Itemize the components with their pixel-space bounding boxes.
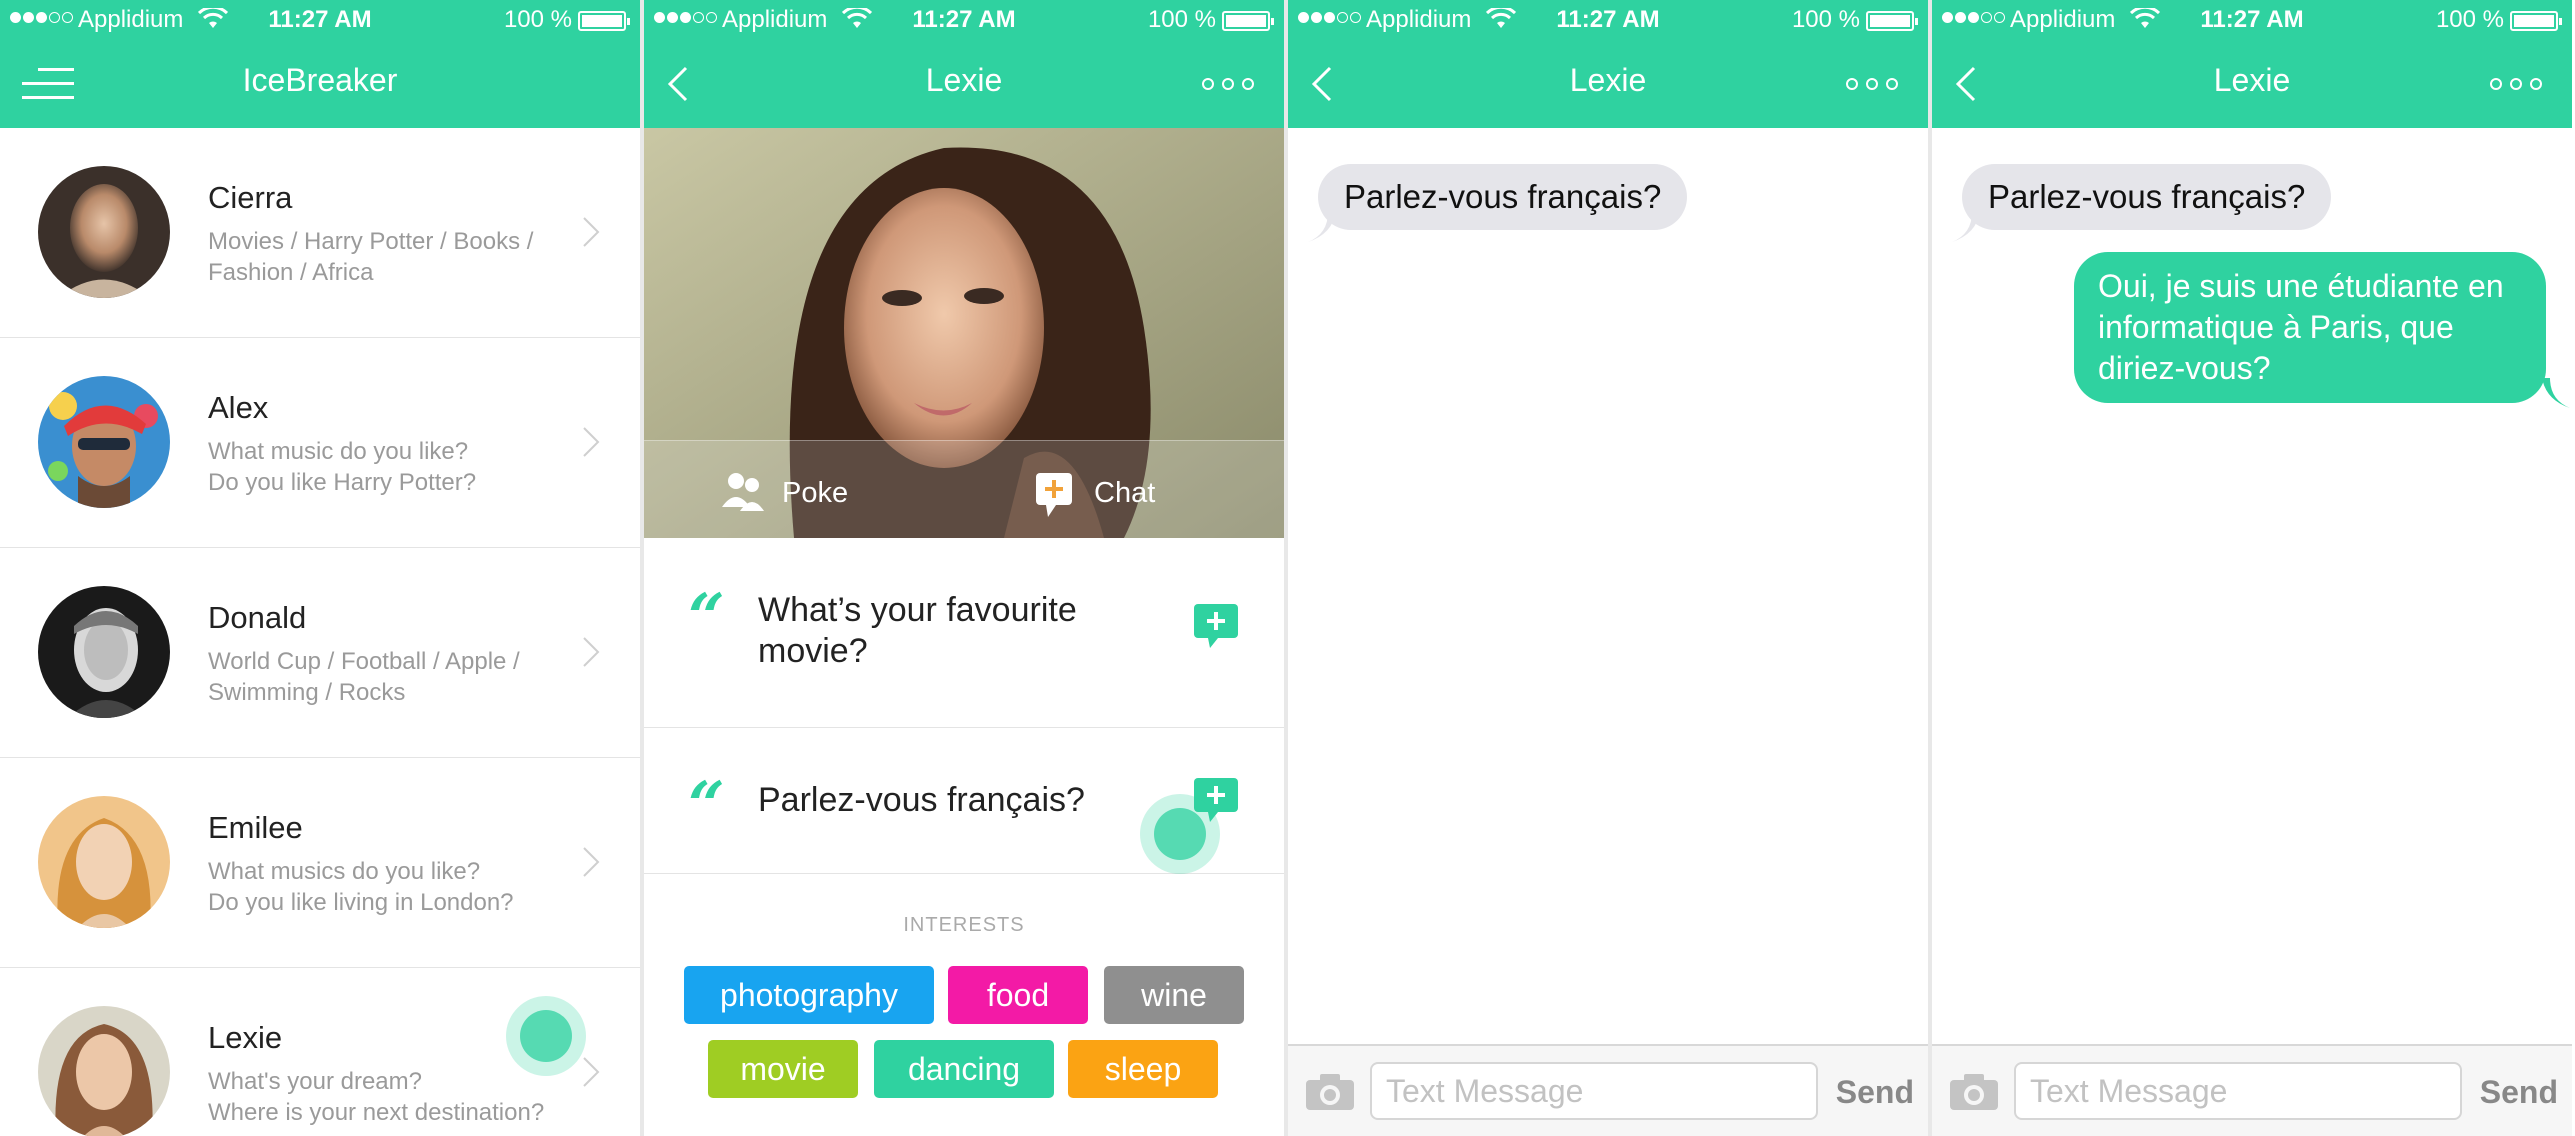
status-bar: Applidium 11:27 AM 100 % (644, 0, 1284, 40)
chat-title: Lexie (1569, 62, 1647, 98)
contact-name: Emilee (208, 810, 303, 845)
contact-questions: What musics do you like? Do you like liv… (208, 856, 578, 918)
contact-row-donald[interactable]: Donald World Cup / Football / Apple / Sw… (0, 548, 640, 758)
quote-icon: “ (688, 580, 725, 655)
icebreaker-list-screen: Applidium 11:27 AM 100 % IceBreaker Cier… (0, 0, 640, 1136)
outgoing-message-bubble: Oui, je suis une étudiante en informatiq… (2074, 252, 2546, 403)
nav-header: Applidium 11:27 AM 100 % Lexie (1932, 0, 2572, 128)
message-thread: Parlez-vous français? Oui, je suis une é… (1932, 128, 2572, 1044)
message-composer: Send (1288, 1044, 1928, 1136)
contact-row-alex[interactable]: Alex What music do you like? Do you like… (0, 338, 640, 548)
photo-action-bar: Poke Chat (644, 440, 1284, 538)
battery-percent: 100 % (1147, 6, 1216, 33)
status-bar: Applidium 11:27 AM 100 % (1932, 0, 2572, 40)
contact-topics-line2: Swimming / Rocks (208, 679, 406, 706)
contact-topics-line1: What musics do you like? (208, 858, 481, 885)
chevron-right-icon (583, 1057, 600, 1087)
message-input[interactable] (2014, 1062, 2462, 1120)
battery-icon (578, 11, 630, 31)
incoming-message-bubble: Parlez-vous français? (1962, 164, 2332, 230)
contact-questions: What's your dream? Where is your next de… (208, 1066, 578, 1128)
nav-header: Applidium 11:27 AM 100 % IceBreaker (0, 0, 640, 128)
interest-tag-dancing[interactable]: dancing (874, 1040, 1054, 1098)
contact-name: Alex (208, 390, 269, 425)
nav-header: Applidium 11:27 AM 100 % Lexie (1288, 0, 1928, 128)
interest-tag-sleep[interactable]: sleep (1068, 1040, 1218, 1098)
status-bar: Applidium 11:27 AM 100 % (1288, 0, 1928, 40)
avatar (38, 1006, 170, 1136)
more-options-icon[interactable] (1844, 76, 1900, 92)
contact-topics-line2: Do you like living in London? (208, 889, 514, 916)
battery-icon (1866, 11, 1918, 31)
battery-icon (2510, 11, 2562, 31)
contact-name: Cierra (208, 180, 293, 215)
interests-heading: INTERESTS (903, 914, 1025, 936)
app-title: IceBreaker (242, 62, 398, 98)
contact-topics: Movies / Harry Potter / Books / Fashion … (208, 226, 578, 288)
send-button[interactable]: Send (2480, 1074, 2558, 1111)
camera-icon[interactable] (1948, 1072, 2000, 1112)
chat-title: Lexie (2213, 62, 2291, 98)
interest-tag-photography[interactable]: photography (684, 966, 934, 1024)
message-composer: Send (1932, 1044, 2572, 1136)
battery-icon (1222, 11, 1274, 31)
status-bar: Applidium 11:27 AM 100 % (0, 0, 640, 40)
avatar (38, 796, 170, 928)
chevron-right-icon (583, 427, 600, 457)
incoming-message-bubble: Parlez-vous français? (1318, 164, 1688, 230)
contact-topics-line1: What's your dream? (208, 1068, 422, 1095)
camera-icon[interactable] (1304, 1072, 1356, 1112)
poke-label: Poke (782, 477, 849, 509)
chat-screen-2: Applidium 11:27 AM 100 % Lexie Parlez-vo… (1932, 0, 2575, 1136)
add-question-icon[interactable] (1194, 604, 1238, 648)
chat-plus-icon (1036, 473, 1072, 517)
interest-tag-food[interactable]: food (948, 966, 1088, 1024)
contact-questions: What music do you like? Do you like Harr… (208, 436, 578, 498)
avatar (38, 376, 170, 508)
contact-topics-line2: Where is your next destination? (208, 1099, 545, 1126)
battery-percent: 100 % (1791, 6, 1860, 33)
message-thread: Parlez-vous français? (1288, 128, 1928, 1044)
chat-screen-1: Applidium 11:27 AM 100 % Lexie Parlez-vo… (1288, 0, 1928, 1136)
chevron-right-icon (583, 637, 600, 667)
contact-list: Cierra Movies / Harry Potter / Books / F… (0, 128, 640, 1136)
chevron-right-icon (583, 847, 600, 877)
nav-header: Applidium 11:27 AM 100 % Lexie (644, 0, 1284, 128)
question-card-1[interactable]: “ What’s your favourite movie? (644, 538, 1284, 728)
touch-indicator (1140, 794, 1220, 874)
question-text: What’s your favourite movie? (758, 591, 1077, 670)
interest-tag-movie[interactable]: movie (708, 1040, 858, 1098)
chevron-right-icon (583, 217, 600, 247)
battery-percent: 100 % (503, 6, 572, 33)
quote-icon: “ (688, 768, 725, 843)
interest-tag-wine[interactable]: wine (1104, 966, 1244, 1024)
message-input[interactable] (1370, 1062, 1818, 1120)
send-button[interactable]: Send (1836, 1074, 1914, 1111)
chat-label: Chat (1094, 477, 1156, 509)
contact-topics-line2: Do you like Harry Potter? (208, 469, 477, 496)
contact-row-cierra[interactable]: Cierra Movies / Harry Potter / Books / F… (0, 128, 640, 338)
profile-screen: Applidium 11:27 AM 100 % Lexie Poke Chat… (644, 0, 1284, 1136)
contact-name: Donald (208, 600, 307, 635)
question-card-2[interactable]: “ Parlez-vous français? (644, 728, 1284, 874)
contact-topics-line2: Fashion / Africa (208, 259, 374, 286)
contact-row-emilee[interactable]: Emilee What musics do you like? Do you l… (0, 758, 640, 968)
contact-topics-line1: World Cup / Football / Apple / (208, 648, 520, 675)
poke-button[interactable]: Poke (722, 471, 848, 519)
contact-topics-line1: Movies / Harry Potter / Books / (208, 228, 534, 255)
profile-title: Lexie (925, 62, 1003, 98)
avatar (38, 166, 170, 298)
battery-percent: 100 % (2435, 6, 2504, 33)
touch-indicator (506, 996, 586, 1076)
contact-topics: World Cup / Football / Apple / Swimming … (208, 646, 578, 708)
contact-name: Lexie (208, 1020, 283, 1055)
more-options-icon[interactable] (1200, 76, 1256, 92)
question-text: Parlez-vous français? (758, 781, 1085, 819)
people-icon (722, 473, 764, 511)
chat-button[interactable]: Chat (1034, 471, 1155, 525)
bubble-tail (2542, 378, 2570, 408)
avatar (38, 586, 170, 718)
more-options-icon[interactable] (2488, 76, 2544, 92)
contact-topics-line1: What music do you like? (208, 438, 469, 465)
